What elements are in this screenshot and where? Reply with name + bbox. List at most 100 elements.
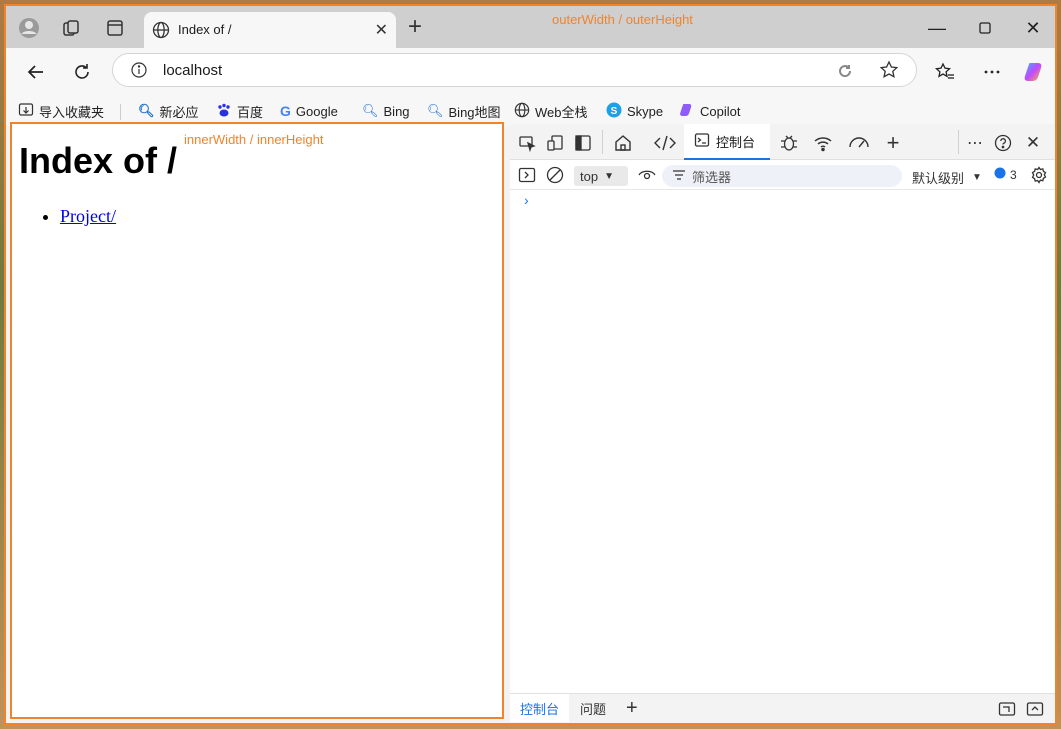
- profile-avatar-icon[interactable]: [18, 17, 40, 39]
- network-wifi-icon[interactable]: [812, 132, 834, 154]
- baidu-paw-icon: [216, 102, 232, 121]
- filter-icon: [672, 169, 686, 184]
- workspaces-icon[interactable]: [60, 17, 82, 39]
- filter-placeholder: 筛选器: [692, 169, 732, 185]
- dropdown-arrow-icon: ▼: [972, 172, 982, 183]
- bookmark-label: Bing: [383, 103, 410, 119]
- bookmark-label: Google: [295, 103, 338, 119]
- tab-title: Index of /: [178, 22, 232, 37]
- skype-icon: S: [606, 102, 622, 121]
- vertical-tabs-icon[interactable]: [104, 17, 126, 39]
- page-viewport: innerWidth / innerHeight Index of / Proj…: [10, 122, 504, 719]
- bookmark-label: 新必应: [159, 104, 199, 120]
- copilot-icon: [679, 102, 695, 121]
- bookmark-label: Copilot: [700, 103, 741, 119]
- context-select[interactable]: top ▼: [574, 166, 628, 186]
- page-title: Index of /: [19, 140, 178, 181]
- close-tab-icon[interactable]: ✕: [375, 20, 388, 40]
- toolbar-divider: [602, 130, 603, 154]
- bookmark-label: Web全栈: [535, 104, 588, 120]
- tab-label: 控制台: [716, 134, 756, 150]
- bookmark-google[interactable]: G Google: [280, 100, 338, 122]
- live-expression-eye-icon[interactable]: [636, 164, 658, 186]
- close-devtools-icon[interactable]: ✕: [1022, 132, 1044, 154]
- search-icon: 🔍︎: [427, 103, 444, 118]
- browser-window: outerWidth / outerHeight Index of / ✕ + …: [4, 4, 1057, 725]
- google-g-icon: G: [280, 103, 291, 119]
- issue-bubble-icon: [994, 167, 1006, 182]
- search-icon: 🔍︎: [362, 103, 379, 118]
- devtools-panel: 控制台 + ⋯ ✕ top ▼ 筛选器 默认级别 ▼ 3 › 控制台 问题 +: [510, 124, 1055, 722]
- svg-text:S: S: [611, 106, 618, 117]
- tab-console[interactable]: 控制台: [684, 124, 770, 160]
- bookmark-label: Skype: [627, 103, 664, 119]
- devtools-drawer: 控制台 问题 +: [510, 693, 1055, 722]
- favorite-star-icon[interactable]: [879, 60, 899, 85]
- drawer-tab-issues[interactable]: 问题: [570, 694, 616, 722]
- drawer-tab-console[interactable]: 控制台: [510, 694, 570, 722]
- add-tool-icon[interactable]: +: [882, 130, 904, 155]
- globe-icon: [514, 102, 530, 121]
- bookmark-bing-maps[interactable]: 🔍︎ Bing地图: [427, 100, 501, 122]
- clear-console-icon[interactable]: [544, 164, 566, 186]
- bookmark-label: 百度: [237, 104, 264, 120]
- maximize-icon[interactable]: [962, 14, 1008, 42]
- bookmark-baidu[interactable]: 百度: [216, 100, 263, 122]
- inspect-element-icon[interactable]: [516, 132, 538, 154]
- bookmark-new-bing[interactable]: 🔍︎ 新必应: [138, 100, 199, 122]
- issues-counter[interactable]: 3: [994, 167, 1017, 182]
- log-levels-dropdown[interactable]: 默认级别 ▼: [912, 168, 982, 187]
- directory-list: Project/: [60, 206, 116, 227]
- bookmark-import[interactable]: 导入收藏夹: [18, 100, 104, 122]
- drawer-dock-icon[interactable]: [996, 698, 1018, 720]
- info-icon[interactable]: [131, 62, 147, 83]
- console-settings-gear-icon[interactable]: [1028, 164, 1050, 186]
- new-tab-icon[interactable]: +: [408, 15, 422, 39]
- more-tools-icon[interactable]: ⋯: [964, 132, 986, 154]
- back-icon[interactable]: [24, 60, 48, 84]
- sidebar-toggle-icon[interactable]: [516, 164, 538, 186]
- minimize-icon[interactable]: —: [914, 14, 960, 42]
- home-welcome-icon[interactable]: [612, 132, 634, 154]
- toolbar-divider: [958, 130, 959, 154]
- title-bar: Index of / ✕ + — ✕: [6, 6, 1055, 48]
- outer-size-label: outerWidth / outerHeight: [552, 12, 693, 27]
- more-menu-icon[interactable]: [980, 60, 1004, 84]
- context-value: top: [580, 168, 599, 184]
- debug-bug-icon[interactable]: [778, 132, 800, 154]
- drawer-collapse-icon[interactable]: [1024, 698, 1046, 720]
- bookmark-divider: [120, 104, 121, 120]
- bookmark-label: Bing地图: [448, 104, 501, 120]
- console-icon: [694, 132, 710, 151]
- project-link[interactable]: Project/: [60, 206, 116, 226]
- bookmark-copilot[interactable]: Copilot: [679, 100, 740, 122]
- devtools-toolbar: 控制台 + ⋯ ✕: [510, 124, 1055, 160]
- url-text: localhost: [163, 62, 223, 79]
- tab-index[interactable]: Index of / ✕: [144, 12, 396, 48]
- console-filter-bar: top ▼ 筛选器 默认级别 ▼ 3: [510, 160, 1055, 190]
- levels-label: 默认级别: [912, 171, 965, 186]
- close-window-icon[interactable]: ✕: [1010, 14, 1055, 42]
- bookmark-label: 导入收藏夹: [39, 104, 105, 120]
- address-bar[interactable]: localhost: [112, 53, 917, 87]
- elements-code-icon[interactable]: [654, 132, 676, 154]
- bookmark-web-fullstack[interactable]: Web全栈: [514, 100, 588, 122]
- bookmark-bing[interactable]: 🔍︎ Bing: [362, 100, 410, 122]
- list-item: Project/: [60, 206, 116, 227]
- bookmark-skype[interactable]: S Skype: [606, 100, 663, 122]
- navigation-bar: localhost: [6, 48, 1055, 96]
- dock-sidebar-icon[interactable]: [572, 132, 594, 154]
- help-icon[interactable]: [992, 132, 1014, 154]
- device-emulation-icon[interactable]: [544, 132, 566, 154]
- copilot-icon[interactable]: [1023, 60, 1047, 84]
- console-prompt-icon[interactable]: ›: [524, 192, 529, 208]
- console-filter-input[interactable]: 筛选器: [662, 165, 902, 187]
- edge-refresh-icon[interactable]: [835, 61, 855, 86]
- refresh-icon[interactable]: [70, 60, 94, 84]
- search-icon: 🔍︎: [138, 103, 155, 118]
- favorites-icon[interactable]: [933, 60, 957, 84]
- drawer-add-icon[interactable]: +: [616, 694, 648, 722]
- performance-gauge-icon[interactable]: [848, 132, 870, 154]
- issues-count-value: 3: [1010, 167, 1017, 182]
- dropdown-arrow-icon: ▼: [604, 170, 614, 182]
